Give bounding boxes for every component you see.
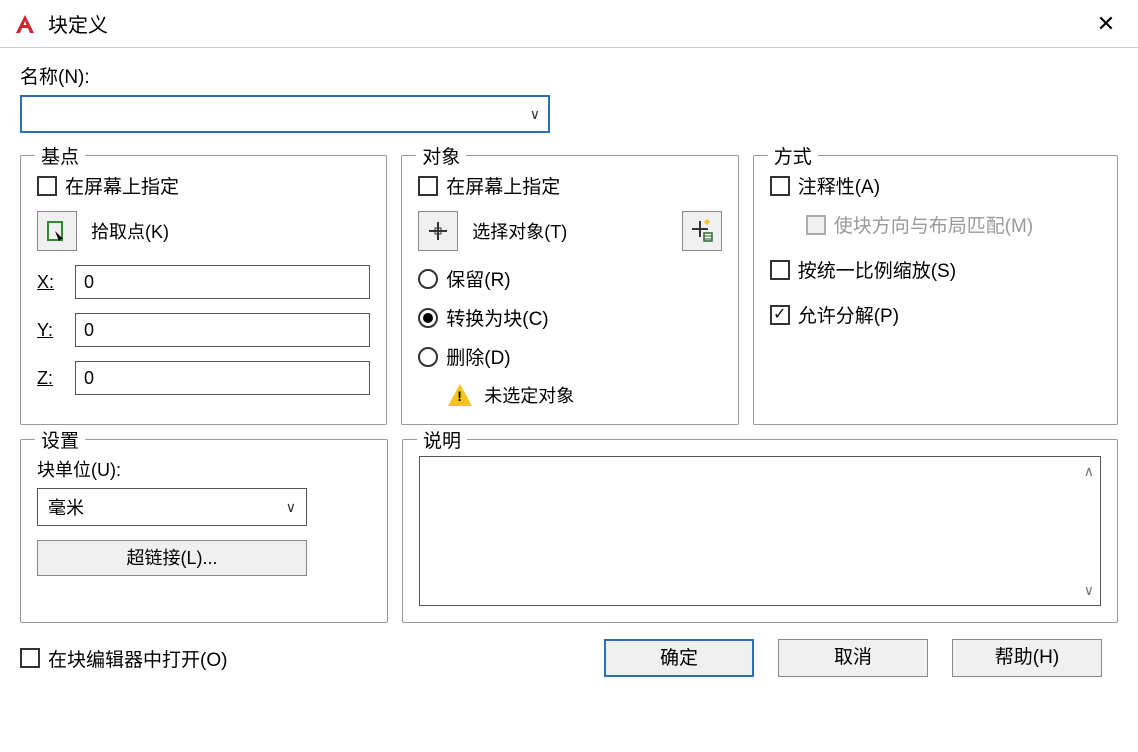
match-orientation-checkbox xyxy=(806,215,826,235)
match-orientation-label: 使块方向与布局匹配(M) xyxy=(834,211,1033,238)
objects-specify-label: 在屏幕上指定 xyxy=(446,172,560,199)
name-combobox[interactable]: ∨ xyxy=(20,95,550,133)
scroll-up-icon[interactable]: ∧ xyxy=(1084,463,1094,480)
name-input[interactable] xyxy=(30,97,530,131)
units-select[interactable]: 毫米 ∨ xyxy=(37,488,307,526)
quick-select-button[interactable] xyxy=(682,211,722,251)
warning-icon xyxy=(448,384,472,406)
select-objects-label: 选择对象(T) xyxy=(472,218,567,244)
dialog-title: 块定义 xyxy=(48,9,1086,38)
pick-point-button[interactable] xyxy=(37,211,77,251)
convert-label: 转换为块(C) xyxy=(446,304,548,331)
hyperlink-button[interactable]: 超链接(L)... xyxy=(37,540,307,576)
chevron-down-icon[interactable]: ∨ xyxy=(530,106,540,123)
objects-specify-checkbox[interactable] xyxy=(418,176,438,196)
titlebar: 块定义 ✕ xyxy=(0,0,1138,48)
warning-text: 未选定对象 xyxy=(484,382,574,408)
select-objects-button[interactable] xyxy=(418,211,458,251)
mode-group: 方式 注释性(A) 使块方向与布局匹配(M) 按统一比例缩放(S) 允许分解(P… xyxy=(753,155,1118,425)
app-logo-icon xyxy=(12,11,38,37)
pick-point-label: 拾取点(K) xyxy=(91,218,169,244)
uniform-scale-label: 按统一比例缩放(S) xyxy=(798,256,956,283)
name-label: 名称(N): xyxy=(20,62,1118,89)
objects-legend: 对象 xyxy=(416,142,466,169)
basepoint-specify-checkbox[interactable] xyxy=(37,176,57,196)
units-value: 毫米 xyxy=(48,494,84,520)
y-input[interactable] xyxy=(75,313,370,347)
annotative-label: 注释性(A) xyxy=(798,172,880,199)
description-textarea[interactable]: ∧ ∨ xyxy=(419,456,1101,606)
convert-radio[interactable] xyxy=(418,308,438,328)
settings-legend: 设置 xyxy=(35,426,85,453)
x-label: X: xyxy=(37,272,65,293)
y-label: Y: xyxy=(37,320,65,341)
uniform-scale-checkbox[interactable] xyxy=(770,260,790,280)
basepoint-group: 基点 在屏幕上指定 拾取点(K) X: Y: Z: xyxy=(20,155,387,425)
delete-label: 删除(D) xyxy=(446,343,510,370)
z-input[interactable] xyxy=(75,361,370,395)
help-button[interactable]: 帮助(H) xyxy=(952,639,1102,677)
annotative-checkbox[interactable] xyxy=(770,176,790,196)
scroll-down-icon[interactable]: ∨ xyxy=(1084,582,1094,599)
x-input[interactable] xyxy=(75,265,370,299)
z-label: Z: xyxy=(37,368,65,389)
allow-explode-checkbox[interactable] xyxy=(770,305,790,325)
basepoint-legend: 基点 xyxy=(35,142,85,169)
description-group: 说明 ∧ ∨ xyxy=(402,439,1118,623)
close-icon[interactable]: ✕ xyxy=(1086,11,1126,37)
units-label: 块单位(U): xyxy=(37,456,371,482)
open-in-editor-checkbox[interactable] xyxy=(20,648,40,668)
retain-radio[interactable] xyxy=(418,269,438,289)
basepoint-specify-label: 在屏幕上指定 xyxy=(65,172,179,199)
mode-legend: 方式 xyxy=(768,142,818,169)
chevron-down-icon[interactable]: ∨ xyxy=(286,499,296,516)
ok-button[interactable]: 确定 xyxy=(604,639,754,677)
objects-group: 对象 在屏幕上指定 选择对象(T) 保留(R) 转 xyxy=(401,155,738,425)
open-in-editor-label: 在块编辑器中打开(O) xyxy=(48,645,227,672)
description-legend: 说明 xyxy=(417,426,467,453)
allow-explode-label: 允许分解(P) xyxy=(798,301,899,328)
retain-label: 保留(R) xyxy=(446,265,510,292)
settings-group: 设置 块单位(U): 毫米 ∨ 超链接(L)... xyxy=(20,439,388,623)
delete-radio[interactable] xyxy=(418,347,438,367)
cancel-button[interactable]: 取消 xyxy=(778,639,928,677)
